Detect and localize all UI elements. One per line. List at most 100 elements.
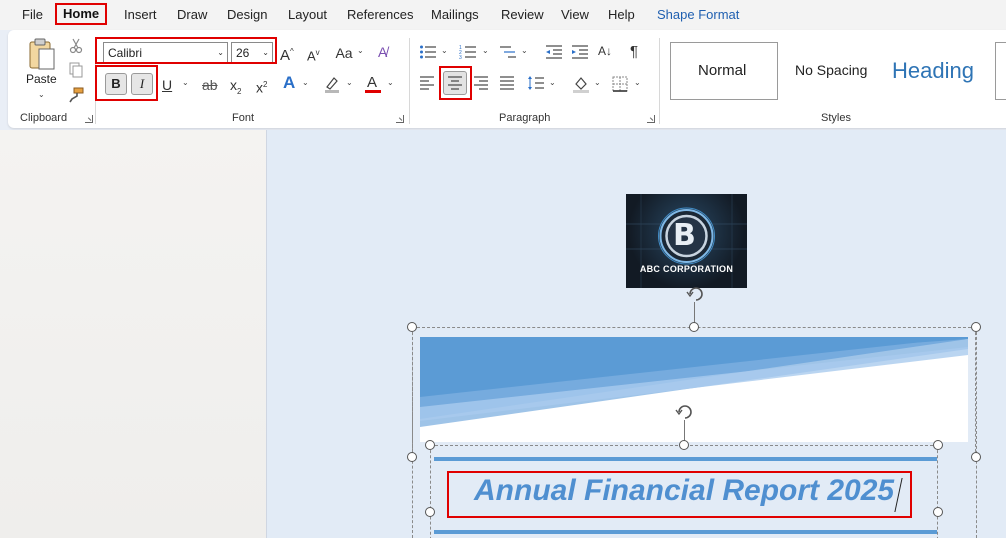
separator <box>409 38 410 124</box>
grow-font-icon[interactable]: A^ <box>280 44 294 64</box>
rotate-handle-icon[interactable] <box>684 285 708 303</box>
copy-icon[interactable] <box>68 62 84 78</box>
paste-button[interactable]: Paste ⌄ <box>22 36 62 102</box>
font-color-button[interactable]: A <box>364 74 382 94</box>
menu-home[interactable]: Home <box>55 3 108 25</box>
resize-handle[interactable] <box>971 452 981 462</box>
menu-bar: File Home Insert Draw Design Layout Refe… <box>0 0 1006 30</box>
clipboard-icon <box>29 38 55 70</box>
underline-button[interactable]: U <box>162 77 172 93</box>
sort-icon[interactable]: A↓ <box>598 43 612 59</box>
bullets-dropdown-icon[interactable]: ⌄ <box>441 46 448 55</box>
justify-icon[interactable] <box>499 76 515 90</box>
increase-indent-icon[interactable] <box>571 44 589 60</box>
logo-company-name: ABC CORPORATION <box>639 264 734 274</box>
document-title[interactable]: Annual Financial Report 2025 <box>474 474 894 508</box>
resize-handle[interactable] <box>689 322 699 332</box>
menu-view[interactable]: View <box>561 6 589 26</box>
style-next[interactable] <box>995 42 1006 100</box>
menu-draw[interactable]: Draw <box>177 6 207 26</box>
shape-selection-left <box>412 327 413 538</box>
highlighter-icon[interactable] <box>324 75 340 93</box>
paragraph-group-label: Paragraph <box>499 112 551 124</box>
resize-handle[interactable] <box>679 440 689 450</box>
line-spacing-dropdown-icon[interactable]: ⌄ <box>549 78 556 87</box>
clear-formatting-icon[interactable]: A̸ <box>378 44 387 60</box>
align-center-button[interactable] <box>443 71 467 95</box>
bullets-icon[interactable] <box>419 44 437 60</box>
format-painter-icon[interactable] <box>68 87 84 103</box>
multilevel-dropdown-icon[interactable]: ⌄ <box>521 46 528 55</box>
line-spacing-icon[interactable] <box>527 75 545 91</box>
numbering-icon[interactable]: 1 2 3 <box>459 44 477 60</box>
company-logo[interactable]: B ABC CORPORATION <box>626 194 747 288</box>
font-size-value: 26 <box>236 46 250 60</box>
chevron-down-icon: ⌄ <box>262 48 269 57</box>
paragraph-launcher-icon[interactable] <box>647 115 655 123</box>
decrease-indent-icon[interactable] <box>545 44 563 60</box>
menu-file[interactable]: File <box>22 6 43 26</box>
style-heading[interactable]: Heading <box>886 42 991 100</box>
menu-references[interactable]: References <box>347 6 413 26</box>
text-effects-icon[interactable]: A <box>283 74 295 91</box>
style-heading-label: Heading <box>892 58 974 83</box>
resize-handle[interactable] <box>933 440 943 450</box>
font-color-dropdown-icon[interactable]: ⌄ <box>387 78 394 87</box>
chevron-down-icon: ⌄ <box>217 48 224 57</box>
bold-button[interactable]: B <box>105 73 127 95</box>
textbox-rotate-handle-icon[interactable] <box>673 402 697 422</box>
menu-shape-format[interactable]: Shape Format <box>657 6 739 26</box>
shading-dropdown-icon[interactable]: ⌄ <box>594 78 601 87</box>
resize-handle[interactable] <box>971 322 981 332</box>
highlighter-dropdown-icon[interactable]: ⌄ <box>346 78 353 87</box>
menu-layout[interactable]: Layout <box>288 6 327 26</box>
title-top-rule <box>434 457 937 461</box>
resize-handle[interactable] <box>425 440 435 450</box>
style-normal[interactable]: Normal <box>670 42 778 100</box>
font-size-combo[interactable]: 26 ⌄ <box>231 42 273 64</box>
strikethrough-button[interactable]: ab <box>202 77 218 93</box>
text-effects-dropdown-icon[interactable]: ⌄ <box>302 78 309 87</box>
borders-dropdown-icon[interactable]: ⌄ <box>634 78 641 87</box>
resize-handle[interactable] <box>425 507 435 517</box>
multilevel-list-icon[interactable] <box>499 44 517 60</box>
underline-dropdown-icon[interactable]: ⌄ <box>182 78 189 87</box>
subscript-icon[interactable]: x2 <box>230 77 241 100</box>
borders-icon[interactable] <box>612 76 628 92</box>
shape-selection-right <box>976 327 977 538</box>
menu-design[interactable]: Design <box>227 6 267 26</box>
banner-shape[interactable] <box>420 337 968 442</box>
paste-label: Paste <box>26 72 57 86</box>
separator <box>95 38 96 124</box>
superscript-icon[interactable]: x2 <box>256 77 267 96</box>
align-center-icon <box>448 76 462 90</box>
resize-handle[interactable] <box>407 452 417 462</box>
italic-button[interactable]: I <box>131 73 153 95</box>
change-case-button[interactable]: Aa <box>334 45 354 61</box>
clipboard-group-label: Clipboard <box>20 112 68 124</box>
menu-insert[interactable]: Insert <box>124 6 157 26</box>
paste-dropdown-icon: ⌄ <box>38 90 45 99</box>
menu-review[interactable]: Review <box>501 6 544 26</box>
resize-handle[interactable] <box>407 322 417 332</box>
clipboard-launcher-icon[interactable] <box>85 115 93 123</box>
change-case-dropdown-icon[interactable]: ⌄ <box>357 46 364 55</box>
svg-text:3: 3 <box>459 55 462 60</box>
shrink-font-icon[interactable]: Av <box>307 45 320 64</box>
numbering-dropdown-icon[interactable]: ⌄ <box>482 46 489 55</box>
menu-help[interactable]: Help <box>608 6 635 26</box>
font-family-combo[interactable]: Calibri ⌄ <box>103 42 228 64</box>
shading-icon[interactable] <box>572 75 590 93</box>
style-normal-label: Normal <box>698 62 747 79</box>
show-marks-icon[interactable]: ¶ <box>630 44 638 60</box>
cut-icon[interactable] <box>68 38 84 54</box>
menu-mailings[interactable]: Mailings <box>431 6 479 26</box>
font-family-value: Calibri <box>108 46 143 60</box>
resize-handle[interactable] <box>933 507 943 517</box>
styles-group-label: Styles <box>821 112 851 124</box>
font-launcher-icon[interactable] <box>396 115 404 123</box>
align-left-icon[interactable] <box>419 76 435 90</box>
style-no-spacing-label: No Spacing <box>795 62 868 78</box>
align-right-icon[interactable] <box>473 76 489 90</box>
style-no-spacing[interactable]: No Spacing <box>782 42 882 100</box>
